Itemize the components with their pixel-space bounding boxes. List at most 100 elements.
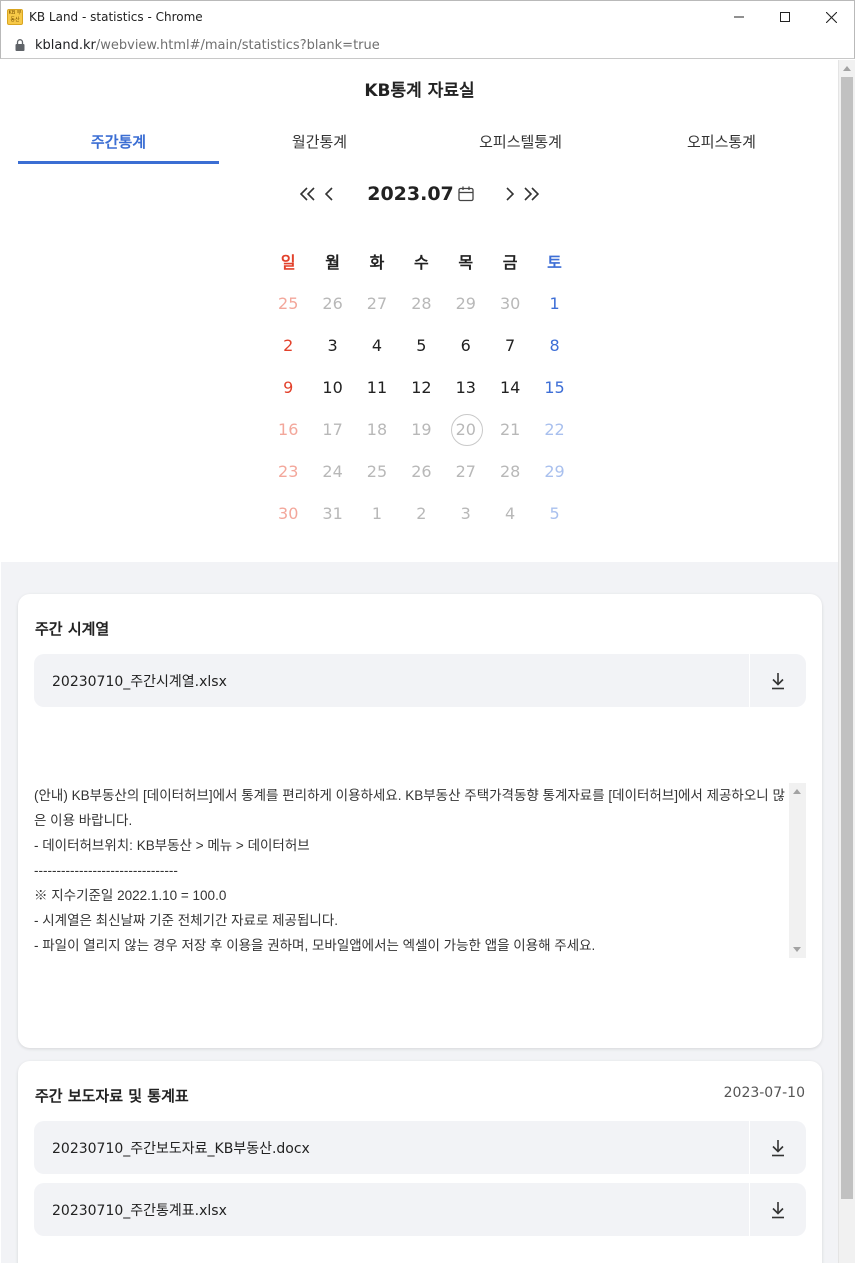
calendar-day[interactable]: 5	[532, 504, 576, 523]
calendar-day[interactable]: 8	[532, 336, 576, 355]
calendar-day[interactable]: 1	[532, 294, 576, 313]
lock-icon	[15, 39, 25, 51]
tab-officetel[interactable]: 오피스텔통계	[420, 120, 621, 164]
calendar-day[interactable]: 4	[355, 336, 399, 355]
calendar-day-today[interactable]: 20	[444, 414, 488, 446]
download-icon	[772, 1139, 784, 1156]
calendar-day[interactable]: 30	[488, 294, 532, 313]
calendar-day[interactable]: 19	[399, 420, 443, 439]
tab-monthly[interactable]: 월간통계	[219, 120, 420, 164]
prev-month-button[interactable]	[319, 182, 341, 206]
calendar-day[interactable]: 13	[444, 378, 488, 397]
day-number: 22	[544, 419, 565, 439]
day-number: 20	[455, 419, 476, 439]
calendar-day[interactable]: 18	[355, 420, 399, 439]
notice-scrollbar[interactable]	[789, 783, 806, 958]
calendar-day[interactable]: 17	[310, 420, 354, 439]
calendar-week: 23 24 25 26 27 28 29	[266, 450, 577, 492]
calendar-day[interactable]: 29	[444, 294, 488, 313]
close-window-button[interactable]	[808, 1, 854, 33]
day-number: 17	[322, 419, 343, 439]
day-number: 5	[416, 335, 427, 355]
download-button[interactable]	[749, 654, 806, 707]
calendar-day[interactable]: 7	[488, 336, 532, 355]
file-row[interactable]: 20230710_주간보도자료_KB부동산.docx	[34, 1121, 806, 1174]
tab-office[interactable]: 오피스통계	[621, 120, 822, 164]
calendar-day[interactable]: 11	[355, 378, 399, 397]
file-name[interactable]: 20230710_주간시계열.xlsx	[52, 671, 749, 691]
day-number: 28	[411, 293, 432, 313]
maximize-button[interactable]	[762, 1, 808, 33]
calendar-day[interactable]: 25	[266, 294, 310, 313]
next-month-button[interactable]	[498, 182, 520, 206]
day-number: 3	[327, 335, 338, 355]
day-number: 12	[411, 377, 432, 397]
download-button[interactable]	[749, 1183, 806, 1236]
day-number: 27	[366, 293, 388, 313]
file-name[interactable]: 20230710_주간보도자료_KB부동산.docx	[52, 1138, 749, 1158]
calendar-day[interactable]: 2	[266, 336, 310, 355]
next-year-button[interactable]	[520, 182, 542, 206]
scrollbar-thumb[interactable]	[841, 77, 853, 1199]
notice-line: ※ 지수기준일 2022.1.10 = 100.0	[34, 888, 227, 903]
file-row[interactable]: 20230710_주간시계열.xlsx	[34, 654, 806, 707]
calendar-day[interactable]: 3	[444, 504, 488, 523]
calendar-day[interactable]: 5	[399, 336, 443, 355]
day-number: 11	[366, 377, 388, 397]
calendar-day[interactable]: 1	[355, 504, 399, 523]
calendar-day[interactable]: 15	[532, 378, 576, 397]
calendar-day[interactable]: 3	[310, 336, 354, 355]
day-number: 14	[499, 377, 521, 397]
calendar-day[interactable]: 23	[266, 462, 310, 481]
calendar-day[interactable]: 29	[532, 462, 576, 481]
calendar-day[interactable]: 24	[310, 462, 354, 481]
url-text[interactable]: kbland.kr/webview.html#/main/statistics?…	[35, 38, 380, 53]
calendar-day[interactable]: 12	[399, 378, 443, 397]
calendar-day[interactable]: 9	[266, 378, 310, 397]
calendar-day[interactable]: 22	[532, 420, 576, 439]
calendar-day[interactable]: 21	[488, 420, 532, 439]
notice-textarea[interactable]: (안내) KB부동산의 [데이터허브]에서 통계를 편리하게 이용하세요. KB…	[34, 783, 806, 958]
file-name[interactable]: 20230710_주간통계표.xlsx	[52, 1200, 749, 1220]
calendar-day[interactable]: 4	[488, 504, 532, 523]
weekday-thu: 목	[458, 253, 474, 272]
scroll-up-arrow-icon[interactable]	[843, 66, 851, 71]
download-button[interactable]	[749, 1121, 806, 1174]
calendar-day[interactable]: 28	[399, 294, 443, 313]
prev-year-button[interactable]	[297, 182, 319, 206]
day-number: 18	[366, 419, 388, 439]
calendar-day[interactable]: 10	[310, 378, 354, 397]
tab-weekly[interactable]: 주간통계	[18, 120, 219, 164]
calendar-day[interactable]: 28	[488, 462, 532, 481]
calendar-day[interactable]: 27	[444, 462, 488, 481]
calendar-week: 9 10 11 12 13 14 15	[266, 366, 577, 408]
day-number: 26	[322, 293, 343, 313]
calendar-day[interactable]: 16	[266, 420, 310, 439]
calendar-day[interactable]: 6	[444, 336, 488, 355]
notice-line: - 시계열은 최신날짜 기준 전체기간 자료로 제공됩니다.	[34, 913, 338, 928]
day-number: 8	[549, 335, 560, 355]
chevron-left-icon	[325, 187, 333, 201]
calendar-day[interactable]: 27	[355, 294, 399, 313]
calendar-day[interactable]: 30	[266, 504, 310, 523]
scroll-down-arrow-icon[interactable]	[793, 947, 801, 952]
day-number: 30	[499, 293, 521, 313]
calendar-day[interactable]: 25	[355, 462, 399, 481]
calendar-day[interactable]: 26	[399, 462, 443, 481]
weekday-header-row: 일 월 화 수 목 금 토	[266, 240, 577, 282]
scroll-up-arrow-icon[interactable]	[793, 789, 801, 794]
url-path: /webview.html#/main/statistics?blank=tru…	[95, 37, 380, 53]
address-bar[interactable]: kbland.kr/webview.html#/main/statistics?…	[0, 32, 855, 59]
minimize-button[interactable]	[716, 1, 762, 33]
weekly-report-title: 주간 보도자료 및 통계표	[35, 1087, 189, 1105]
calendar-day[interactable]: 26	[310, 294, 354, 313]
file-row[interactable]: 20230710_주간통계표.xlsx	[34, 1183, 806, 1236]
day-number: 1	[549, 293, 560, 313]
calendar-icon	[458, 186, 474, 202]
day-number: 19	[411, 419, 432, 439]
page-scrollbar[interactable]	[838, 60, 855, 1263]
calendar-day[interactable]: 14	[488, 378, 532, 397]
calendar-picker-button[interactable]	[458, 185, 476, 203]
calendar-day[interactable]: 2	[399, 504, 443, 523]
calendar-day[interactable]: 31	[310, 504, 354, 523]
